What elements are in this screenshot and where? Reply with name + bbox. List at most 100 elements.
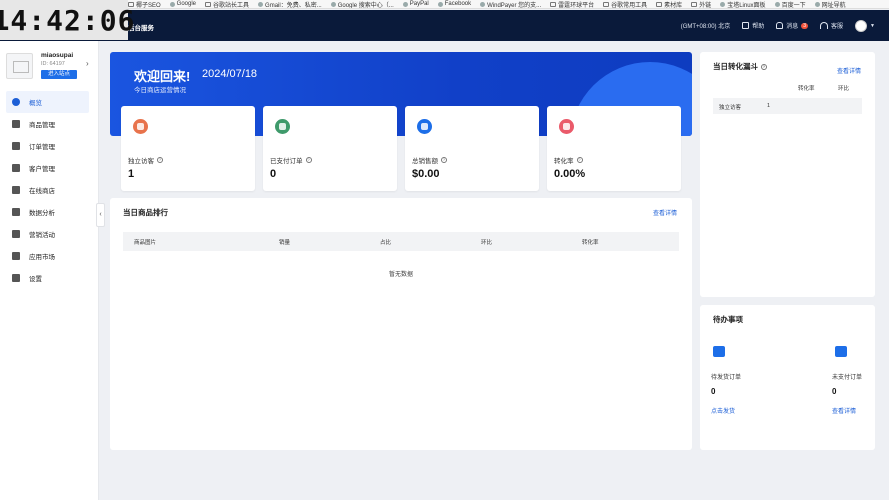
todo-label: 待发货订单 bbox=[711, 375, 742, 381]
enter-site-button[interactable]: 进入站点 bbox=[41, 70, 77, 79]
shop-id: ID: 64197 bbox=[41, 61, 65, 67]
gmail-icon bbox=[258, 1, 264, 7]
folder-icon bbox=[656, 1, 663, 7]
sidebar-item-marketing[interactable]: 营销活动 bbox=[6, 223, 89, 245]
tag-icon bbox=[12, 230, 20, 238]
bag-icon bbox=[12, 120, 20, 128]
baidu-icon bbox=[774, 1, 780, 7]
todo-value: 0 bbox=[832, 387, 837, 396]
user-icon bbox=[12, 164, 20, 172]
messages-button[interactable]: 消息 3 bbox=[776, 21, 809, 30]
timezone-label: (GMT+08:00) 北京 bbox=[680, 24, 731, 30]
bookmark[interactable]: WindPayer 您的支... bbox=[480, 0, 541, 8]
stat-value: $0.00 bbox=[412, 168, 440, 180]
sidebar-item-online-store[interactable]: 在线商店 bbox=[6, 179, 89, 201]
sidebar-item-orders[interactable]: 订单管理 bbox=[6, 135, 89, 157]
view-details-link[interactable]: 查看详情 bbox=[837, 66, 861, 75]
chevron-right-icon[interactable]: › bbox=[86, 59, 89, 68]
folder-icon bbox=[550, 1, 557, 7]
sidebar-nav: 概览 商品管理 订单管理 客户管理 在线商店 数据分析 营销活动 应用市场 设置 bbox=[6, 91, 89, 289]
empty-state: 暂无数据 bbox=[388, 272, 413, 278]
column-header: 转化率 bbox=[798, 86, 815, 92]
bookmark[interactable]: 网址导航 bbox=[814, 0, 846, 8]
stat-card-conversion: 转化率? 0.00% bbox=[547, 106, 681, 191]
bookmark[interactable]: Gmail：免费、私密... bbox=[258, 0, 322, 8]
welcome-title: 欢迎回来! bbox=[134, 69, 191, 84]
avatar bbox=[855, 19, 868, 32]
bell-icon bbox=[776, 22, 784, 29]
shop-logo bbox=[6, 53, 33, 79]
bookmark[interactable]: 谷歌站长工具 bbox=[205, 0, 249, 8]
column-header: 环比 bbox=[838, 86, 850, 92]
bookmark[interactable]: Google 搜索中心（... bbox=[330, 0, 394, 8]
help-circle-icon[interactable]: ? bbox=[305, 157, 312, 163]
bookmark[interactable]: 外链 bbox=[691, 0, 711, 8]
welcome-date: 2024/07/18 bbox=[202, 68, 258, 80]
order-icon bbox=[275, 119, 290, 134]
sidebar: miaosupai ID: 64197 进入站点 › 概览 商品管理 订单管理 … bbox=[0, 41, 99, 500]
folder-icon bbox=[603, 1, 610, 7]
stat-value: 0.00% bbox=[554, 168, 586, 180]
bookmark[interactable]: PayPal bbox=[402, 1, 429, 7]
baota-icon bbox=[720, 1, 726, 7]
bookmark[interactable]: 谷歌常用工具 bbox=[603, 0, 647, 8]
help-circle-icon[interactable]: ? bbox=[441, 157, 447, 163]
stat-value: 0 bbox=[270, 168, 277, 180]
stat-card-paid-orders: 已支付订单? 0 bbox=[263, 106, 397, 191]
help-circle-icon[interactable]: ? bbox=[576, 157, 583, 163]
navigation-icon bbox=[814, 1, 820, 7]
sidebar-item-overview[interactable]: 概览 bbox=[6, 91, 89, 113]
bookmark[interactable]: Facebook bbox=[437, 1, 471, 7]
bookmark[interactable]: Google bbox=[169, 1, 196, 7]
help-circle-icon[interactable]: ? bbox=[157, 157, 163, 163]
apps-grid-icon bbox=[12, 252, 20, 260]
bookmark[interactable]: 雷霆环球平台 bbox=[550, 0, 594, 8]
column-header: 占比 bbox=[380, 240, 392, 246]
folder-icon bbox=[205, 1, 212, 7]
truck-icon bbox=[713, 346, 725, 357]
google-icon bbox=[330, 1, 336, 7]
windpayer-icon bbox=[480, 1, 486, 7]
sidebar-collapse-button[interactable]: ‹ bbox=[96, 203, 105, 227]
bookmark[interactable]: 宝塔Linux面板 bbox=[720, 0, 766, 8]
shop-name: miaosupai bbox=[41, 52, 74, 59]
sidebar-item-products[interactable]: 商品管理 bbox=[6, 113, 89, 135]
shop-switcher[interactable]: miaosupai ID: 64197 进入站点 › bbox=[6, 51, 94, 81]
ship-now-link[interactable]: 点击发货 bbox=[711, 406, 735, 415]
welcome-subtitle: 今日商店运营情况 bbox=[134, 87, 186, 94]
folder-icon bbox=[691, 1, 698, 7]
sidebar-item-analytics[interactable]: 数据分析 bbox=[6, 201, 89, 223]
sidebar-item-app-market[interactable]: 应用市场 bbox=[6, 245, 89, 267]
table-row: 独立访客 1 bbox=[713, 98, 862, 114]
help-icon bbox=[742, 22, 750, 29]
stat-value: 1 bbox=[128, 168, 135, 180]
sales-icon bbox=[417, 119, 432, 134]
stat-card-visitors: 独立访客? 1 bbox=[121, 106, 255, 191]
cart-icon bbox=[12, 142, 20, 150]
todo-label: 未支付订单 bbox=[832, 375, 863, 381]
table-header: 商品图片 销量 占比 环比 转化率 bbox=[123, 232, 679, 251]
user-menu[interactable]: ▼ bbox=[855, 19, 875, 32]
column-header: 销量 bbox=[279, 240, 291, 246]
column-header: 环比 bbox=[481, 240, 493, 246]
message-count-badge: 3 bbox=[801, 22, 809, 29]
help-button[interactable]: 帮助 bbox=[742, 21, 764, 30]
visitor-icon bbox=[133, 119, 148, 134]
view-details-link[interactable]: 查看详情 bbox=[653, 208, 677, 217]
conversion-funnel-panel: 当日转化漏斗? 查看详情 转化率 环比 独立访客 1 bbox=[700, 52, 875, 297]
sidebar-item-customers[interactable]: 客户管理 bbox=[6, 157, 89, 179]
service-button[interactable]: 客服 bbox=[820, 21, 843, 30]
sidebar-item-settings[interactable]: 设置 bbox=[6, 267, 89, 289]
pie-chart-icon bbox=[12, 208, 20, 216]
help-circle-icon[interactable]: ? bbox=[761, 63, 767, 70]
dashboard-icon bbox=[12, 98, 20, 106]
chevron-down-icon: ▼ bbox=[870, 22, 875, 29]
google-icon bbox=[169, 1, 175, 7]
bookmark[interactable]: 素材库 bbox=[656, 0, 682, 8]
headset-icon bbox=[820, 22, 829, 29]
stat-card-sales: 总销售额? $0.00 bbox=[405, 106, 539, 191]
bookmark[interactable]: 百度一下 bbox=[774, 0, 806, 8]
view-details-link[interactable]: 查看详情 bbox=[832, 406, 856, 415]
product-ranking-panel: 当日商品排行 查看详情 商品图片 销量 占比 环比 转化率 暂无数据 bbox=[110, 198, 692, 450]
conversion-icon bbox=[559, 119, 574, 134]
